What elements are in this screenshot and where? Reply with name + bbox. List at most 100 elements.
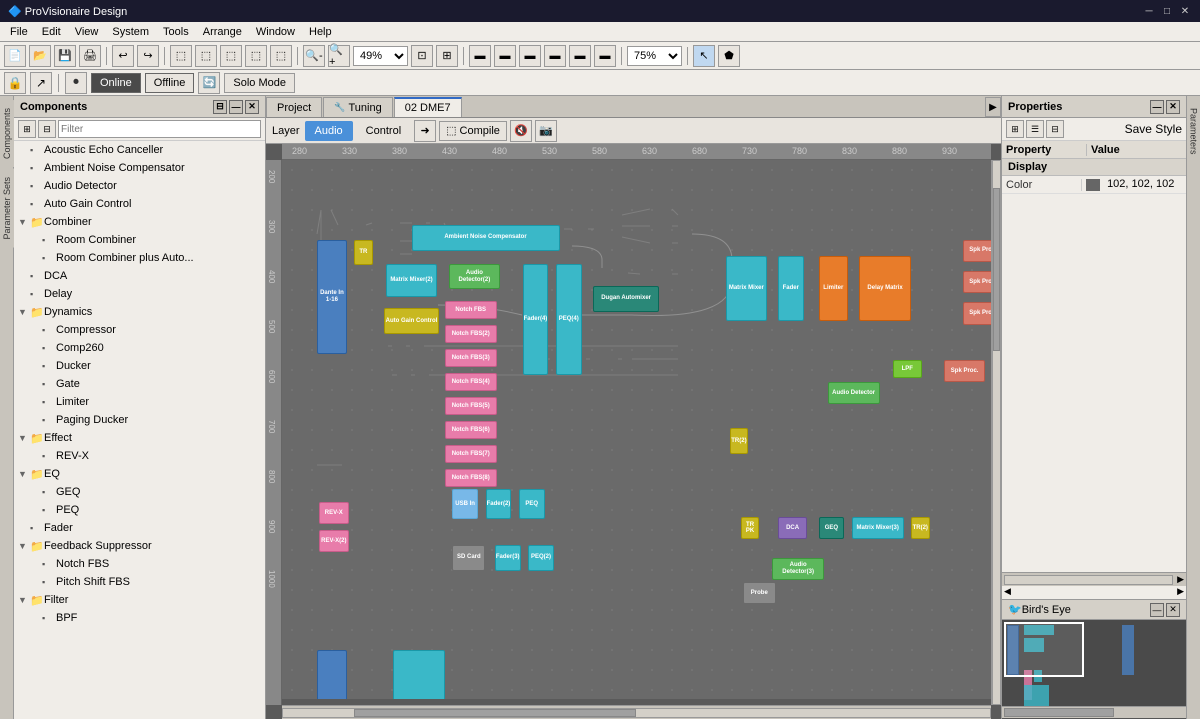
icon4[interactable]: ⬚: [245, 45, 267, 67]
prop-panel-button[interactable]: ⊟: [1046, 120, 1064, 138]
block-notch-fbs5[interactable]: Notch FBS(5): [445, 397, 497, 416]
block-peq3[interactable]: PEQ(2): [528, 545, 554, 571]
arrow-button[interactable]: ↗: [30, 72, 52, 94]
tree-item[interactable]: ▪Limiter: [14, 393, 265, 411]
icon9[interactable]: ▬: [544, 45, 566, 67]
block-geq[interactable]: GEQ: [819, 517, 845, 539]
icon2[interactable]: ⬚: [195, 45, 217, 67]
block-fader4[interactable]: Fader(3): [495, 545, 521, 571]
block-probe[interactable]: Probe: [743, 582, 776, 604]
tree-item[interactable]: ▪Audio Detector: [14, 177, 265, 195]
tab-tuning[interactable]: 🔧 Tuning: [323, 97, 392, 117]
menu-file[interactable]: File: [4, 24, 34, 40]
left-tab-components[interactable]: Components: [0, 100, 14, 167]
menu-window[interactable]: Window: [250, 24, 301, 40]
icon10[interactable]: ▬: [569, 45, 591, 67]
block-audio-det2[interactable]: Audio Detector: [828, 382, 880, 404]
open-button[interactable]: 📂: [29, 45, 51, 67]
tab-project[interactable]: Project: [266, 97, 322, 117]
hscroll-thumb[interactable]: [354, 709, 637, 717]
birds-eye-close[interactable]: ✕: [1166, 603, 1180, 617]
pointer-tool[interactable]: ↖: [693, 45, 715, 67]
tree-item[interactable]: ▪Ambient Noise Compensator: [14, 159, 265, 177]
maximize-button[interactable]: □: [1160, 4, 1174, 18]
block-notch-fbs2[interactable]: Notch FBS(2): [445, 325, 497, 344]
block-dugan[interactable]: Dugan Automixer: [593, 286, 660, 312]
tree-item[interactable]: ▪Room Combiner plus Auto...: [14, 249, 265, 267]
block-ambient-nc[interactable]: Ambient Noise Compensator: [412, 225, 560, 251]
zoom2-dropdown[interactable]: 75% 100%: [627, 46, 682, 66]
tree-item[interactable]: ▪Acoustic Echo Canceller: [14, 141, 265, 159]
save-button[interactable]: 💾: [54, 45, 76, 67]
block-rev-x2[interactable]: REV-X(2): [319, 530, 349, 552]
tree-item[interactable]: ▪Fader: [14, 519, 265, 537]
tree-item[interactable]: ▪Ducker: [14, 357, 265, 375]
prop-hscroll-track[interactable]: [1004, 575, 1173, 585]
tree-item[interactable]: ▪Room Combiner: [14, 231, 265, 249]
block-notch-fbs1[interactable]: Notch FBS: [445, 301, 497, 320]
record-button[interactable]: ⏺: [65, 72, 87, 94]
be-hscroll[interactable]: [1002, 706, 1186, 718]
icon6[interactable]: ▬: [469, 45, 491, 67]
tree-item[interactable]: ▼📁Effect: [14, 429, 265, 447]
tree-item[interactable]: ▪Paging Ducker: [14, 411, 265, 429]
tree-item[interactable]: ▼📁Feedback Suppressor: [14, 537, 265, 555]
block-fader1[interactable]: Fader(4): [523, 264, 549, 375]
compile-button[interactable]: ⬚ Compile: [439, 121, 507, 141]
block-delay-matrix[interactable]: Delay Matrix: [859, 256, 911, 321]
lock-button[interactable]: 🔒: [4, 72, 26, 94]
hscroll-track[interactable]: [282, 708, 991, 718]
tree-item[interactable]: ▪REV-X: [14, 447, 265, 465]
tree-item[interactable]: ▼📁Combiner: [14, 213, 265, 231]
offline-button[interactable]: Offline: [145, 73, 195, 93]
block-matrix-mixer1[interactable]: Matrix Mixer(2): [386, 264, 438, 297]
menu-tools[interactable]: Tools: [157, 24, 195, 40]
zoom-reset-button[interactable]: ⊡: [411, 45, 433, 67]
tree-item[interactable]: ▪Delay: [14, 285, 265, 303]
menu-system[interactable]: System: [106, 24, 155, 40]
icon7[interactable]: ▬: [494, 45, 516, 67]
block-notch-fbs6[interactable]: Notch FBS(6): [445, 421, 497, 440]
block-rev-x[interactable]: REV-X: [319, 502, 349, 524]
block-matrix-mixer3[interactable]: Matrix Mixer(3): [852, 517, 904, 539]
block-tr1[interactable]: TR: [354, 240, 373, 266]
block-dante-in-1732[interactable]: Dante In 17-32: [317, 650, 347, 699]
block-limiter[interactable]: Limiter: [819, 256, 849, 321]
prop-nav-right[interactable]: ▶: [1177, 586, 1184, 597]
menu-arrange[interactable]: Arrange: [197, 24, 248, 40]
save-style-button[interactable]: Save Style: [1125, 122, 1182, 136]
block-tr-pk[interactable]: TR PK: [741, 517, 760, 539]
block-auto-gain[interactable]: Auto Gain Control: [384, 308, 440, 334]
left-tab-parameter-sets[interactable]: Parameter Sets: [0, 169, 14, 248]
icon5[interactable]: ⬚: [270, 45, 292, 67]
tab-scroll-button[interactable]: ▶: [985, 97, 1001, 117]
block-spk-proc4[interactable]: Spk Proc.: [944, 360, 985, 382]
block-notch-fbs8[interactable]: Notch FBS(8): [445, 469, 497, 488]
prop-hscroll[interactable]: ▶: [1002, 572, 1186, 586]
mute-button[interactable]: 🔇: [510, 120, 532, 142]
audio-tab[interactable]: Audio: [305, 121, 353, 141]
icon1[interactable]: ⬚: [170, 45, 192, 67]
horizontal-scrollbar[interactable]: [282, 705, 991, 719]
birds-eye-pin[interactable]: —: [1150, 603, 1164, 617]
menu-edit[interactable]: Edit: [36, 24, 67, 40]
tree-item[interactable]: ▪Auto Gain Control: [14, 195, 265, 213]
block-notch-fbs7[interactable]: Notch FBS(7): [445, 445, 497, 464]
icon11[interactable]: ▬: [594, 45, 616, 67]
block-dca[interactable]: DCA: [778, 517, 808, 539]
zoom-dropdown[interactable]: 49% 75% 100%: [353, 46, 408, 66]
tree-item[interactable]: ▪BPF: [14, 609, 265, 627]
tree-item[interactable]: ▪Pitch Shift FBS: [14, 573, 265, 591]
right-tab-parameters[interactable]: Parameters: [1187, 100, 1200, 163]
block-spk-proc3[interactable]: Spk Proc.: [963, 302, 991, 324]
tree-item[interactable]: ▪Compressor: [14, 321, 265, 339]
zoom-out-button[interactable]: 🔍-: [303, 45, 325, 67]
fit-button[interactable]: ⊞: [436, 45, 458, 67]
block-dante-in-116[interactable]: Dante In 1-16: [317, 240, 347, 355]
prop-nav-left[interactable]: ◀: [1004, 586, 1011, 597]
prop-scroll-right[interactable]: ▶: [1175, 574, 1186, 585]
control-tab[interactable]: Control: [356, 121, 411, 141]
camera-button[interactable]: 📷: [535, 120, 557, 142]
block-notch-fbs4[interactable]: Notch FBS(4): [445, 373, 497, 392]
tab-dme7[interactable]: 02 DME7: [394, 97, 462, 117]
